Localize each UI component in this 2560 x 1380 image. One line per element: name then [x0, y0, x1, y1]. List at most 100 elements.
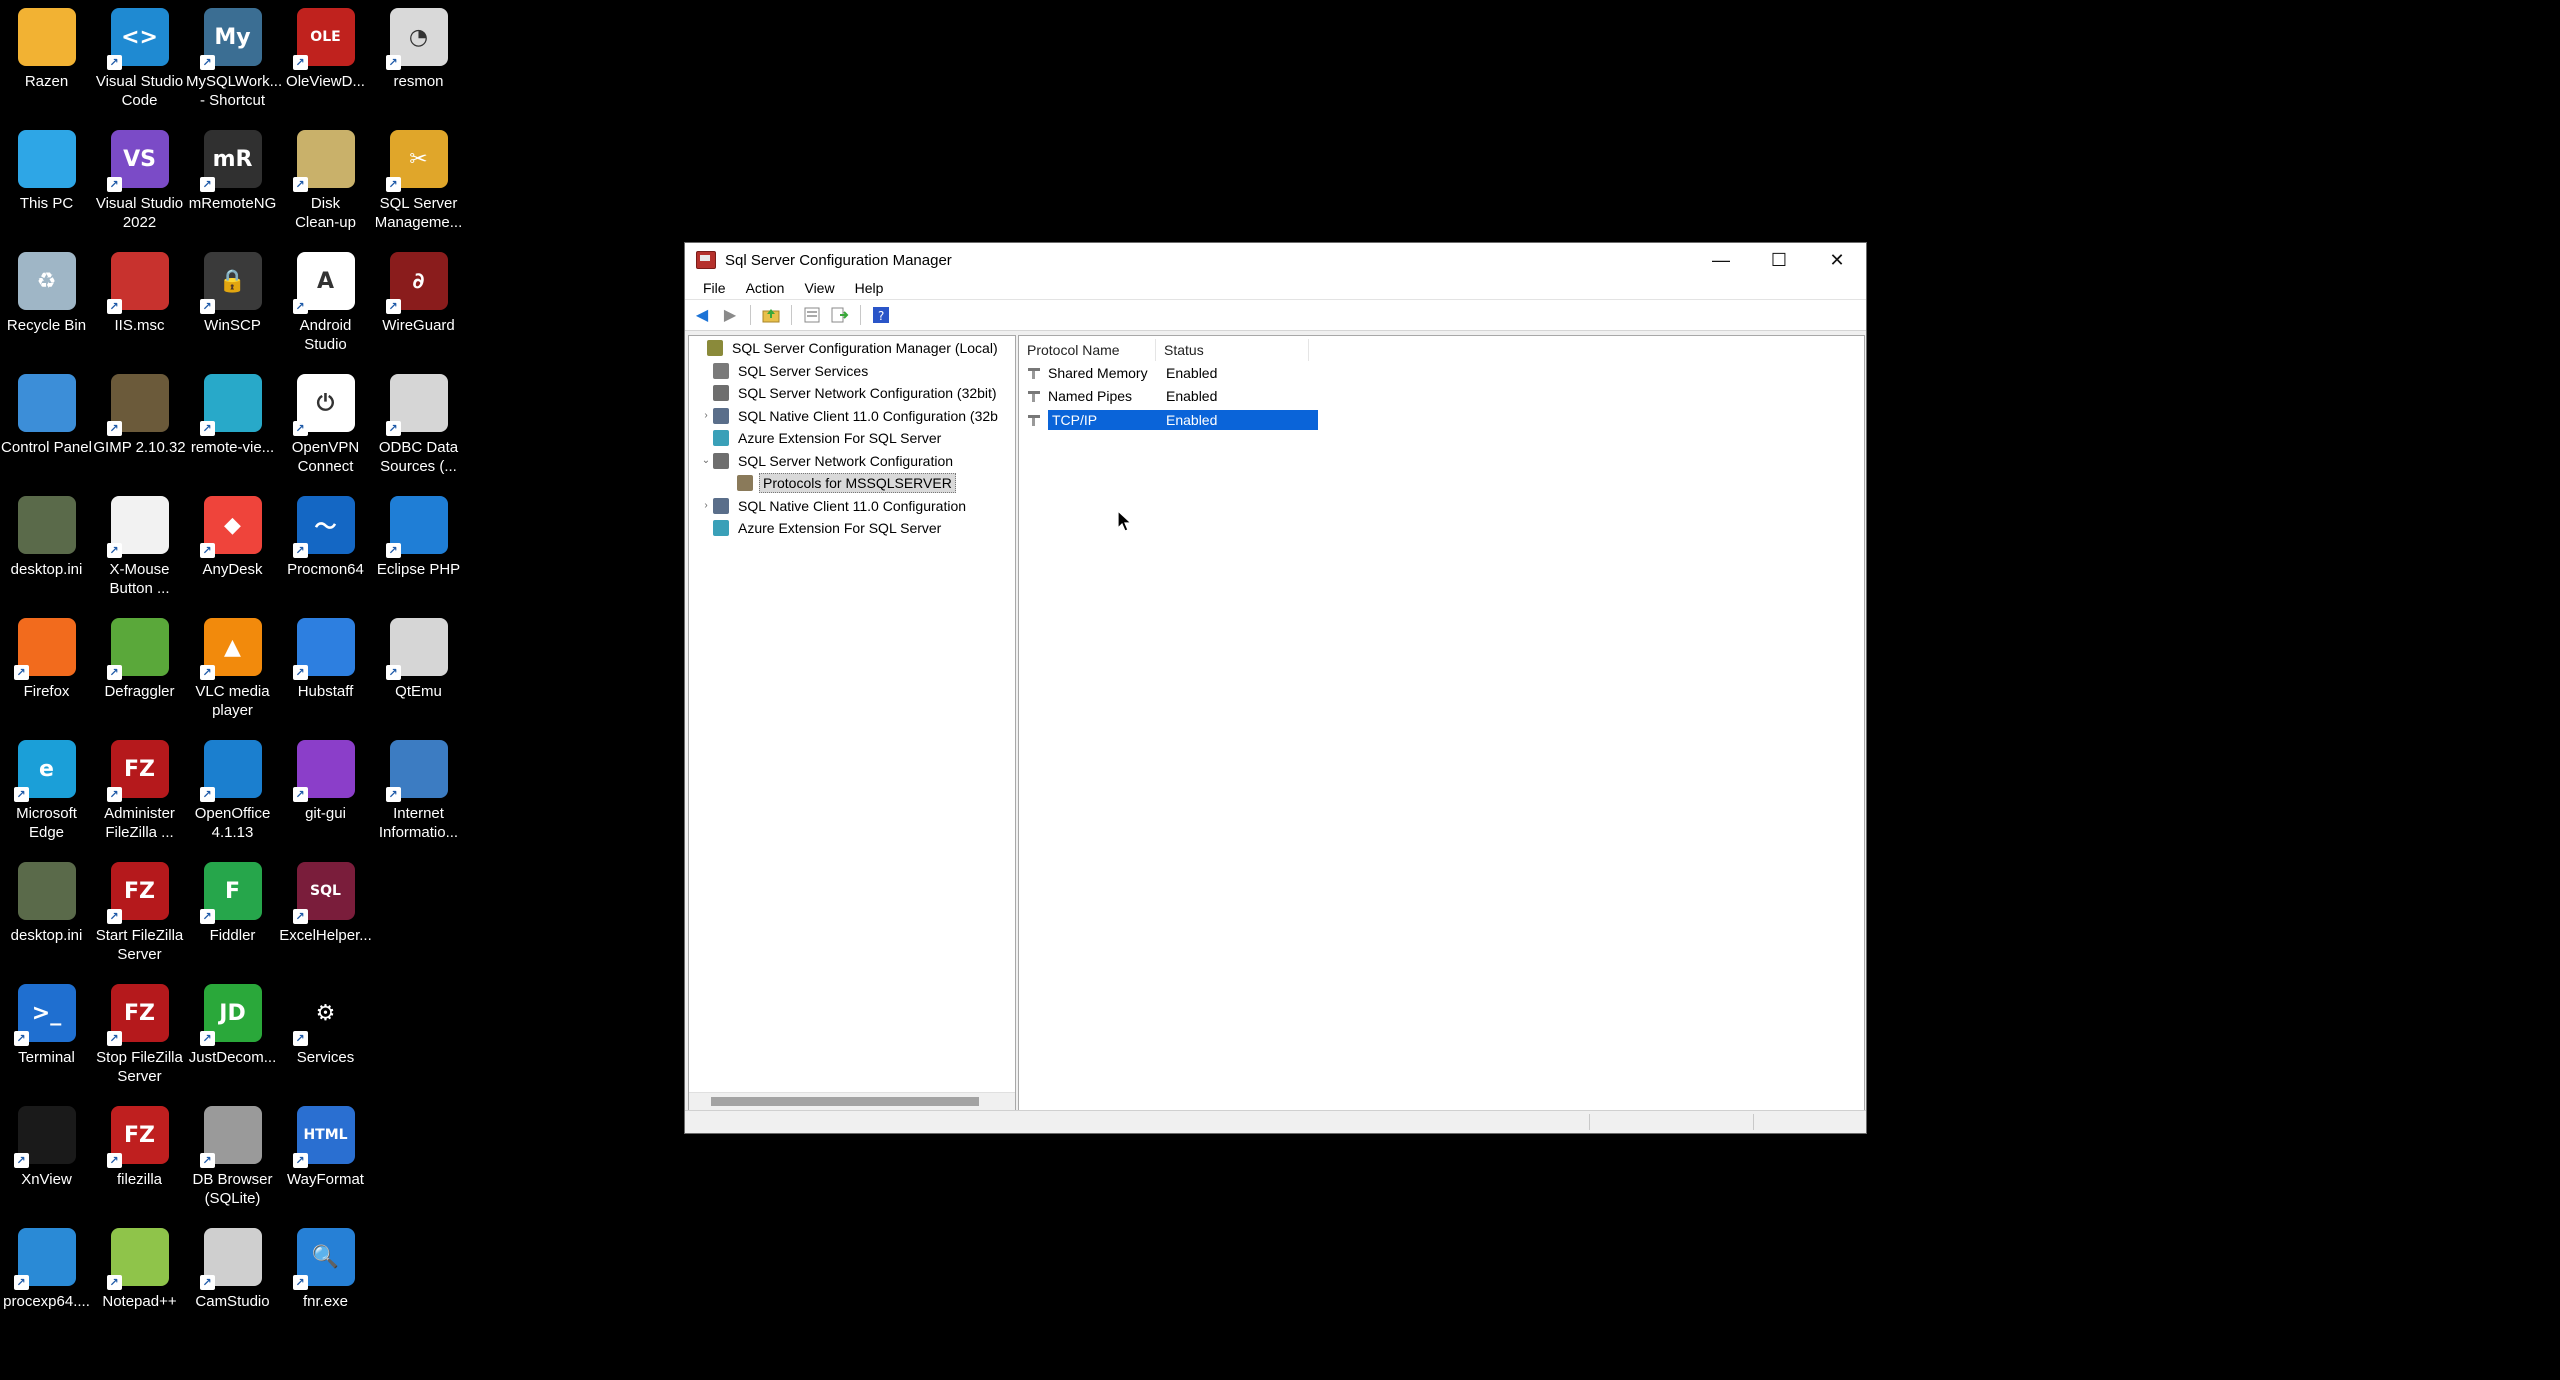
desktop-icon[interactable]: ♻ Recycle Bin — [0, 244, 93, 362]
desktop-icon[interactable]: VS ↗ Visual Studio 2022 — [93, 122, 186, 240]
list-header: Protocol Name Status — [1019, 339, 1864, 361]
shortcut-arrow-icon: ↗ — [199, 909, 215, 924]
tree-item[interactable]: Protocols for MSSQLSERVER — [689, 472, 1015, 495]
up-folder-icon[interactable] — [760, 304, 782, 326]
expand-chevron-icon[interactable]: › — [699, 410, 713, 421]
desktop-icon[interactable]: My ↗ MySQLWork... - Shortcut — [186, 0, 282, 118]
desktop-icon[interactable]: This PC — [0, 122, 93, 240]
desktop-icon[interactable]: ↗ Disk Clean-up — [279, 122, 372, 240]
desktop-icon[interactable]: mR ↗ mRemoteNG — [186, 122, 279, 240]
desktop-icon[interactable]: ↗ GIMP 2.10.32 — [93, 366, 186, 484]
desktop-icon[interactable]: ↗ XnView — [0, 1098, 93, 1216]
protocol-row[interactable]: TCP/IP Enabled — [1019, 408, 1864, 432]
menu-help[interactable]: Help — [845, 277, 894, 299]
tree-horizontal-scrollbar[interactable] — [689, 1092, 1015, 1110]
desktop-icon[interactable]: ↗ procexp64.... — [0, 1220, 93, 1338]
desktop-icon[interactable]: ↗ DB Browser (SQLite) — [186, 1098, 279, 1216]
collapse-chevron-icon[interactable]: ⌄ — [699, 455, 713, 466]
desktop-icon[interactable]: SQL ↗ ExcelHelper... — [279, 854, 372, 972]
forward-arrow-icon[interactable]: ▶ — [719, 304, 741, 326]
desktop-icon[interactable]: ↗ Eclipse PHP — [372, 488, 465, 606]
scrollbar-thumb[interactable] — [711, 1097, 979, 1106]
expand-chevron-icon[interactable]: › — [699, 500, 713, 511]
desktop-icon[interactable]: 🔒 ↗ WinSCP — [186, 244, 279, 362]
tree-item[interactable]: › SQL Native Client 11.0 Configuration (3… — [689, 405, 1015, 428]
shortcut-arrow-icon: ↗ — [106, 787, 122, 802]
desktop-icon[interactable]: e ↗ Microsoft Edge — [0, 732, 93, 850]
column-protocol-name[interactable]: Protocol Name — [1019, 339, 1156, 361]
filezilla-server-icon: FZ ↗ — [106, 984, 169, 1046]
protocol-icon — [1027, 413, 1043, 427]
desktop-icon[interactable]: >_ ↗ Terminal — [0, 976, 93, 1094]
export-list-icon[interactable] — [829, 304, 851, 326]
desktop-icon[interactable]: ↗ Internet Informatio... — [372, 732, 465, 850]
tree-item[interactable]: Azure Extension For SQL Server — [689, 517, 1015, 540]
desktop-icon[interactable]: 🔍 ↗ fnr.exe — [279, 1220, 372, 1338]
shortcut-arrow-icon: ↗ — [106, 421, 122, 436]
desktop-icon[interactable]: ↗ git-gui — [279, 732, 372, 850]
menu-view[interactable]: View — [794, 277, 844, 299]
maximize-button[interactable]: ☐ — [1750, 243, 1808, 277]
close-button[interactable]: ✕ — [1808, 243, 1866, 277]
tree-rows: SQL Server Configuration Manager (Local)… — [689, 337, 1015, 540]
tree-item[interactable]: SQL Server Configuration Manager (Local) — [689, 337, 1015, 360]
desktop-icon[interactable]: FZ ↗ Start FileZilla Server — [93, 854, 186, 972]
tree-item[interactable]: SQL Server Network Configuration (32bit) — [689, 382, 1015, 405]
winscp-icon: 🔒 ↗ — [199, 252, 262, 314]
desktop-icon[interactable]: ↗ OpenOffice 4.1.13 — [186, 732, 279, 850]
desktop-icon[interactable]: FZ ↗ Stop FileZilla Server — [93, 976, 186, 1094]
minimize-button[interactable]: — — [1692, 243, 1750, 277]
desktop-icon[interactable]: A ↗ Android Studio — [279, 244, 372, 362]
properties-icon[interactable] — [801, 304, 823, 326]
desktop-icon[interactable]: Razen — [0, 0, 93, 118]
menu-file[interactable]: File — [693, 277, 736, 299]
tree-item[interactable]: › SQL Native Client 11.0 Configuration — [689, 495, 1015, 518]
desktop-icon[interactable]: ↗ X-Mouse Button ... — [93, 488, 186, 606]
desktop-icon[interactable]: ↗ Notepad++ — [93, 1220, 186, 1338]
desktop-icon[interactable]: ✂ ↗ SQL Server Manageme... — [372, 122, 465, 240]
desktop-icon[interactable]: FZ ↗ Administer FileZilla ... — [93, 732, 186, 850]
title-bar[interactable]: Sql Server Configuration Manager — ☐ ✕ — [685, 243, 1866, 277]
menu-action[interactable]: Action — [736, 277, 795, 299]
desktop-icon[interactable]: ↗ IIS.msc — [93, 244, 186, 362]
desktop-icon[interactable]: ▲ ↗ VLC media player — [186, 610, 279, 728]
navigation-tree[interactable]: SQL Server Configuration Manager (Local)… — [688, 335, 1016, 1111]
column-status[interactable]: Status — [1156, 339, 1309, 361]
desktop-icon[interactable]: ↗ Hubstaff — [279, 610, 372, 728]
tree-item[interactable]: ⌄ SQL Server Network Configuration — [689, 450, 1015, 473]
desktop-icon[interactable]: ↗ ODBC Data Sources (... — [372, 366, 465, 484]
desktop-icon[interactable]: desktop.ini — [0, 854, 93, 972]
desktop-icon[interactable]: ↗ Firefox — [0, 610, 93, 728]
desktop-icon[interactable]: OLE ↗ OleViewD... — [279, 0, 372, 118]
desktop-icon[interactable]: ↗ QtEmu — [372, 610, 465, 728]
desktop-icon[interactable]: ↗ Defraggler — [93, 610, 186, 728]
desktop-icon[interactable]: ◆ ↗ AnyDesk — [186, 488, 279, 606]
desktop-icon[interactable]: HTML ↗ WayFormat — [279, 1098, 372, 1216]
protocol-name-cell: Shared Memory — [1019, 365, 1162, 381]
disk-cleanup-icon: ↗ — [292, 130, 355, 192]
desktop-icon[interactable]: Control Panel — [0, 366, 93, 484]
desktop-icon[interactable]: ⚙ ↗ Services — [279, 976, 372, 1094]
desktop-icon[interactable]: ↗ CamStudio — [186, 1220, 279, 1338]
protocol-row[interactable]: Named Pipes Enabled — [1019, 385, 1864, 409]
tree-item[interactable]: SQL Server Services — [689, 360, 1015, 383]
desktop-icon[interactable]: ⏻ ↗ OpenVPN Connect — [279, 366, 372, 484]
desktop-icon[interactable]: F ↗ Fiddler — [186, 854, 279, 972]
shortcut-arrow-icon: ↗ — [292, 299, 308, 314]
help-icon[interactable]: ? — [870, 304, 892, 326]
desktop-icon[interactable]: JD ↗ JustDecom... — [186, 976, 279, 1094]
desktop-icon[interactable]: desktop.ini — [0, 488, 93, 606]
shortcut-arrow-icon: ↗ — [199, 787, 215, 802]
back-arrow-icon[interactable]: ◀ — [691, 304, 713, 326]
desktop-icon[interactable]: ∂ ↗ WireGuard — [372, 244, 465, 362]
desktop-icon[interactable]: 〜 ↗ Procmon64 — [279, 488, 372, 606]
shortcut-arrow-icon: ↗ — [199, 55, 215, 70]
protocol-row[interactable]: Shared Memory Enabled — [1019, 361, 1864, 385]
desktop-icon[interactable]: FZ ↗ filezilla — [93, 1098, 186, 1216]
desktop-icon[interactable]: ◔ ↗ resmon — [372, 0, 465, 118]
desktop-icon[interactable]: <> ↗ Visual Studio Code — [93, 0, 186, 118]
protocol-list[interactable]: Protocol Name Status Shared Memory Enable… — [1018, 335, 1865, 1111]
desktop-icon-label: Razen — [24, 73, 69, 90]
desktop-icon[interactable]: ↗ remote-vie... — [186, 366, 279, 484]
tree-item[interactable]: Azure Extension For SQL Server — [689, 427, 1015, 450]
